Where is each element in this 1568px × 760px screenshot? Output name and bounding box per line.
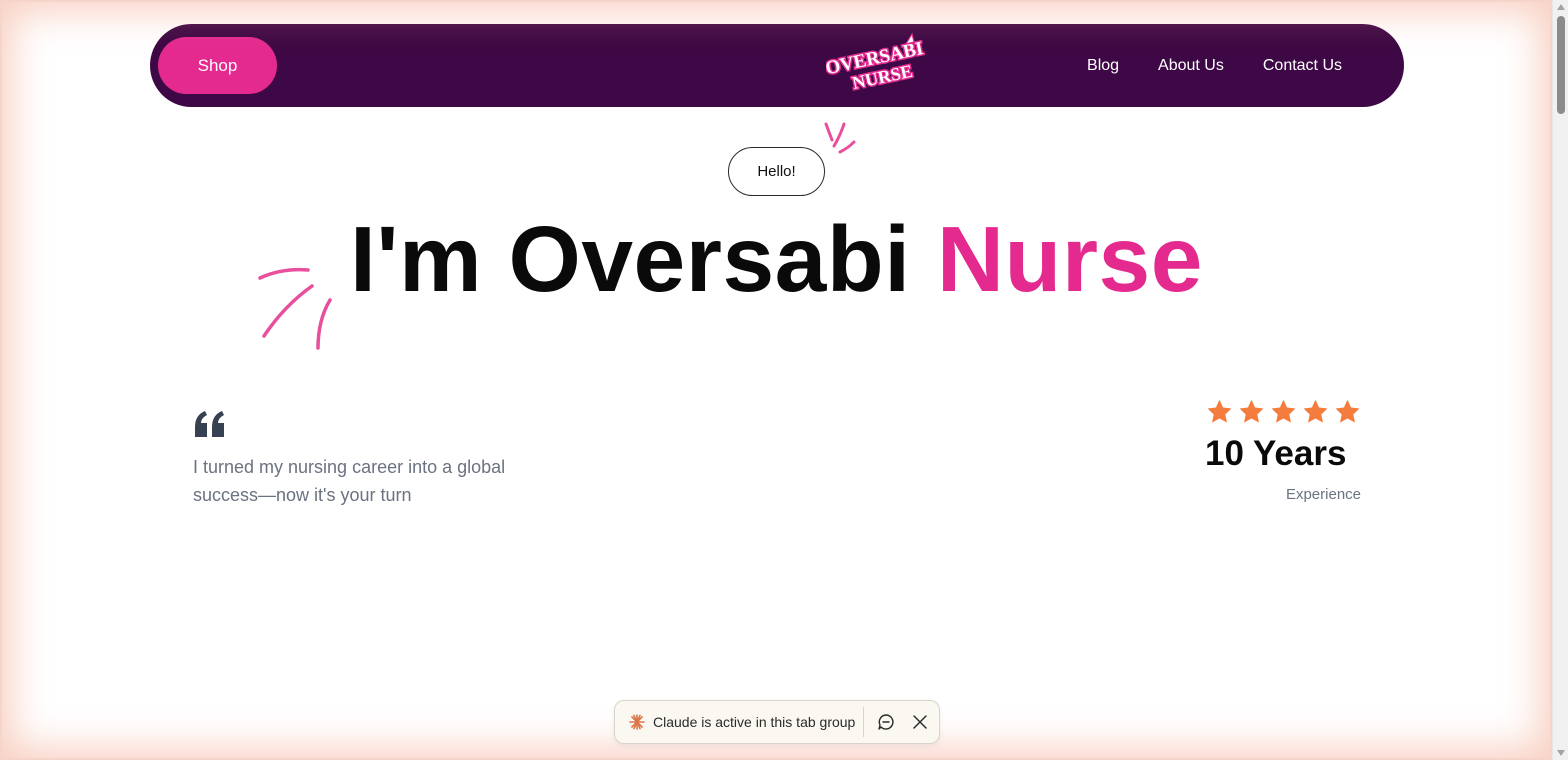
- scroll-thumb[interactable]: [1557, 16, 1565, 114]
- nav-links: Blog About Us Contact Us: [1087, 24, 1342, 107]
- nav-link-contact-us[interactable]: Contact Us: [1263, 57, 1342, 75]
- claude-logo-icon: [629, 714, 645, 730]
- star-icon: [1335, 399, 1360, 423]
- oversabi-nurse-logo[interactable]: OVERSABI NURSE: [826, 30, 926, 102]
- page-glow-frame: [0, 0, 1552, 760]
- rating-stars: [1205, 398, 1362, 426]
- headline-accent: Nurse: [936, 207, 1203, 311]
- scroll-up-arrow-icon[interactable]: [1557, 4, 1565, 10]
- claude-status-text: Claude is active in this tab group: [653, 714, 856, 730]
- chat-icon: [878, 714, 894, 730]
- claude-extension-bar: Claude is active in this tab group: [614, 700, 940, 744]
- sparkle-doodle-top-icon: [824, 122, 856, 154]
- hero-headline: I'm Oversabi Nurse: [350, 206, 1203, 313]
- nav-link-about-us[interactable]: About Us: [1158, 57, 1224, 75]
- hello-badge: Hello!: [728, 147, 825, 196]
- experience-label: Experience: [1285, 486, 1361, 503]
- headline-main: I'm Oversabi: [350, 207, 937, 311]
- top-navbar: Shop OVERSABI NURSE Blog About Us Contac…: [150, 24, 1404, 107]
- experience-years: 10 Years: [1205, 434, 1347, 473]
- chat-button[interactable]: [874, 710, 898, 734]
- close-icon: [913, 715, 928, 729]
- vertical-scrollbar[interactable]: [1552, 0, 1568, 760]
- star-icon: [1207, 399, 1232, 423]
- nav-link-blog[interactable]: Blog: [1087, 57, 1119, 75]
- bar-divider: [863, 707, 865, 737]
- scroll-down-arrow-icon[interactable]: [1557, 750, 1565, 756]
- quote-icon: [195, 411, 224, 437]
- star-icon: [1303, 399, 1328, 423]
- star-icon: [1271, 399, 1296, 423]
- shop-button[interactable]: Shop: [158, 37, 277, 94]
- close-button[interactable]: [908, 710, 932, 734]
- sparkle-doodle-left-icon: [258, 267, 332, 350]
- star-icon: [1239, 399, 1264, 423]
- testimonial-quote: I turned my nursing career into a global…: [193, 457, 506, 505]
